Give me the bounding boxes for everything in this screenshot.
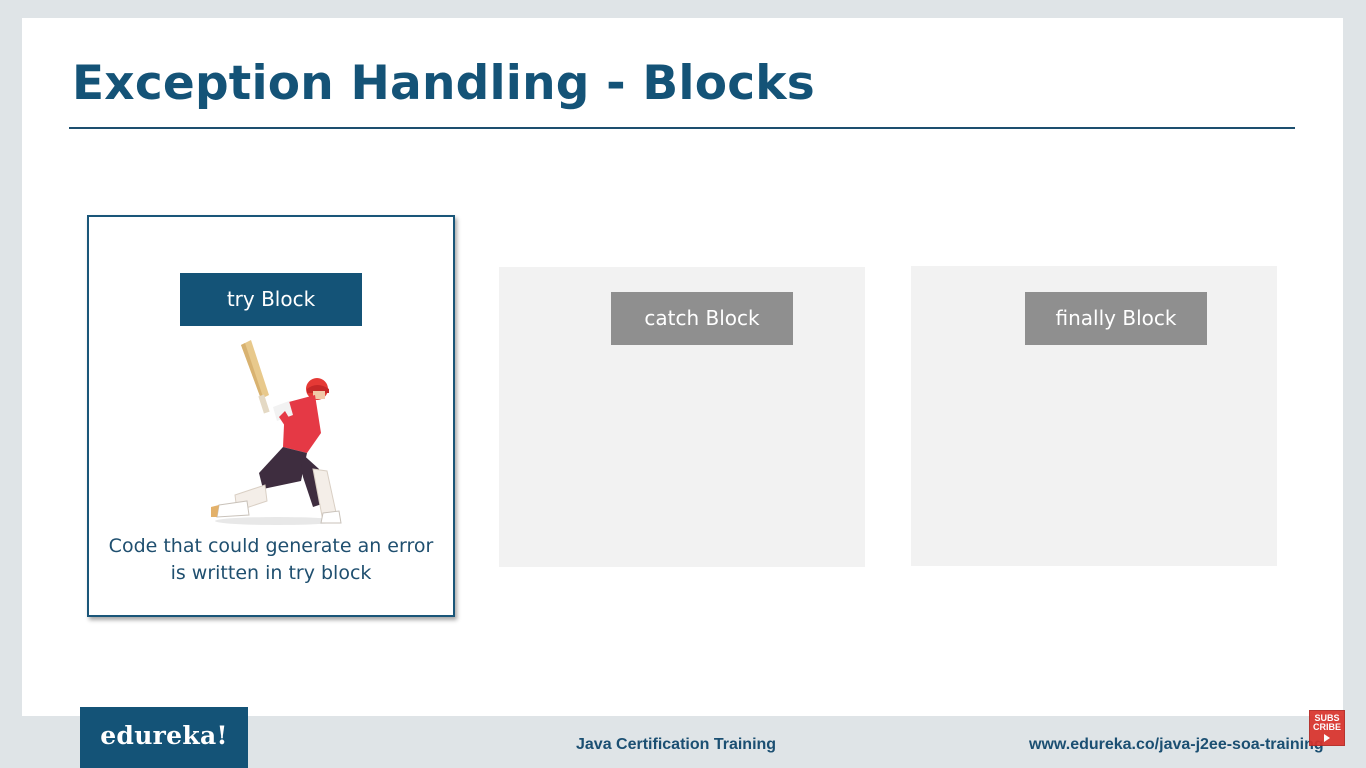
play-icon	[1324, 734, 1330, 742]
slide-canvas: Exception Handling - Blocks try Block Co…	[22, 18, 1343, 716]
cricket-batsman-icon	[211, 340, 342, 525]
finally-block-card: finally Block	[911, 266, 1277, 566]
title-underline	[69, 127, 1295, 129]
catch-block-label: catch Block	[611, 292, 793, 345]
finally-block-label: finally Block	[1025, 292, 1207, 345]
footer-url[interactable]: www.edureka.co/java-j2ee-soa-training	[1029, 736, 1324, 754]
edureka-logo: edureka!	[80, 707, 248, 768]
subscribe-label: SUBS CRIBE	[1312, 713, 1341, 732]
footer-course-title: Java Certification Training	[576, 736, 777, 753]
try-block-description: Code that could generate an error is wri…	[108, 535, 434, 584]
try-block-card: try Block Code that could generate an er…	[87, 215, 455, 617]
try-block-label: try Block	[180, 273, 362, 326]
catch-block-card: catch Block	[499, 267, 865, 567]
subscribe-button[interactable]: SUBS CRIBE	[1309, 710, 1345, 746]
slide-title: Exception Handling - Blocks	[72, 56, 815, 111]
